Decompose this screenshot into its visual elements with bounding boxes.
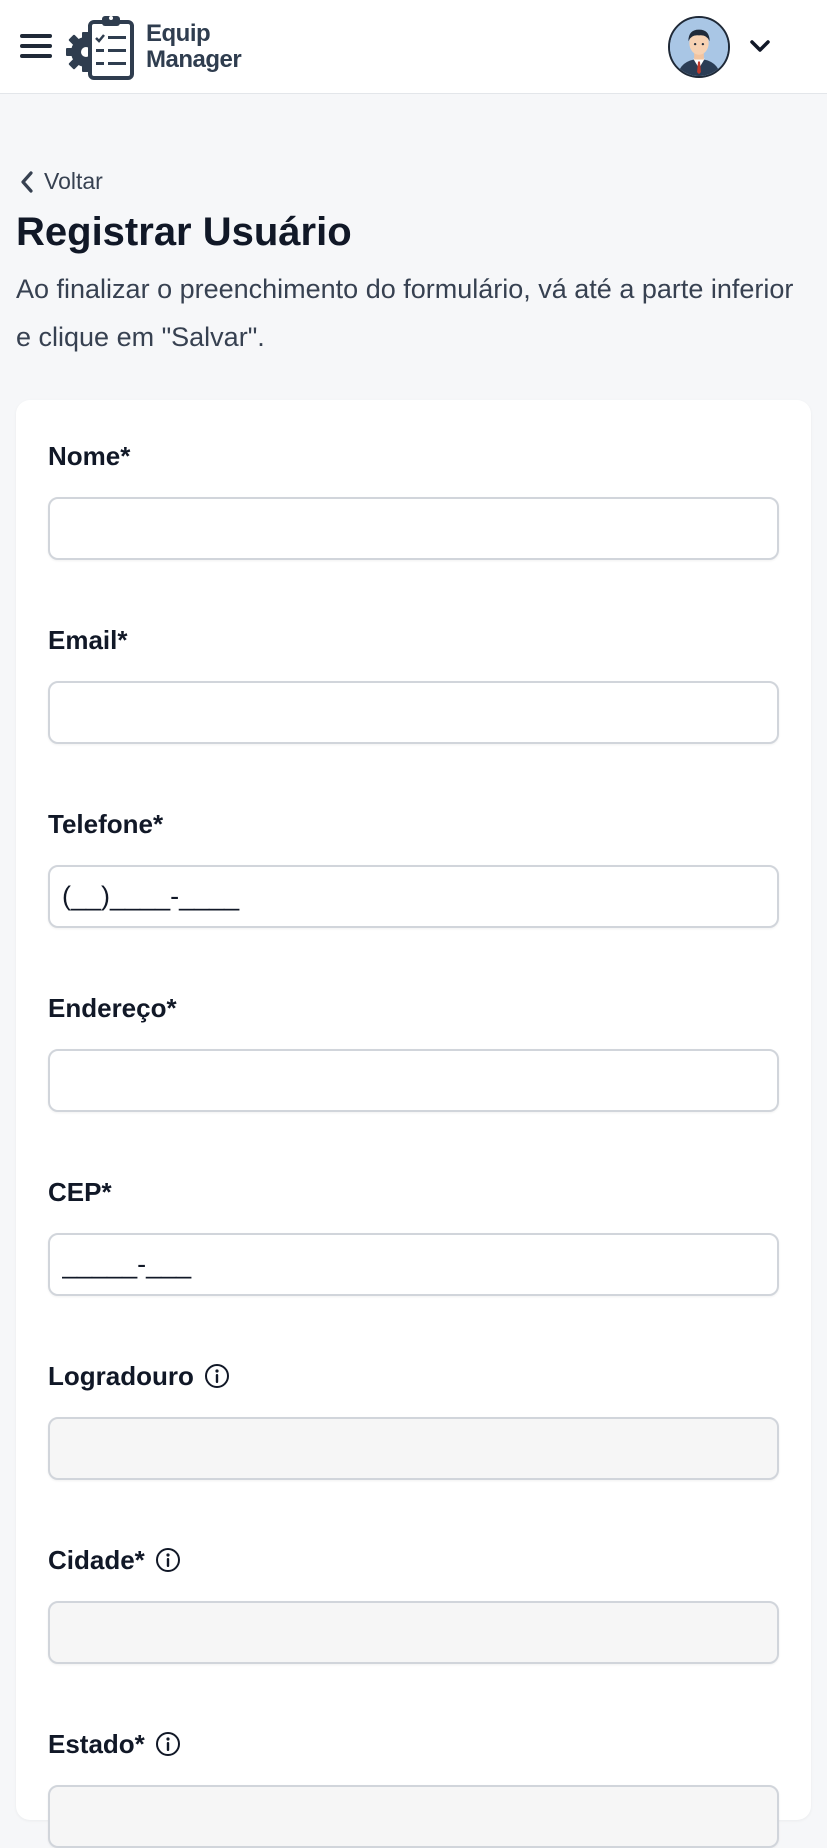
field-cep: CEP* xyxy=(48,1174,779,1296)
telefone-label: Telefone* xyxy=(48,808,164,839)
cep-label: CEP* xyxy=(48,1176,112,1207)
back-label: Voltar xyxy=(44,168,103,194)
field-cidade: Cidade* xyxy=(48,1542,779,1664)
field-estado: Estado* xyxy=(48,1726,779,1848)
info-icon[interactable] xyxy=(204,1363,230,1389)
estado-label-row: Estado* xyxy=(48,1726,779,1762)
field-endereco: Endereço* xyxy=(48,990,779,1112)
endereco-input[interactable] xyxy=(48,1049,779,1112)
top-bar: Equip Manager xyxy=(0,0,827,94)
page-title: Registrar Usuário xyxy=(16,210,352,254)
chevron-left-icon xyxy=(21,170,33,193)
field-email: Email* xyxy=(48,622,779,744)
user-avatar[interactable] xyxy=(668,16,730,78)
cidade-label-row: Cidade* xyxy=(48,1542,779,1578)
logradouro-label: Logradouro xyxy=(48,1360,194,1391)
logo-text: Equip Manager xyxy=(146,20,242,73)
app-logo[interactable]: Equip Manager xyxy=(64,12,242,82)
logradouro-input xyxy=(48,1417,779,1480)
clipboard-gear-logo-icon xyxy=(66,16,134,80)
back-link[interactable]: Voltar xyxy=(18,168,103,195)
person-avatar-icon xyxy=(670,18,728,76)
nome-input[interactable] xyxy=(48,497,779,560)
estado-input xyxy=(48,1785,779,1848)
email-label: Email* xyxy=(48,624,128,655)
field-nome: Nome* xyxy=(48,438,779,560)
form-card: Nome* Email* Telefone* Endereço* CEP* Lo… xyxy=(16,400,811,1848)
email-input[interactable] xyxy=(48,681,779,744)
logo-line-2: Manager xyxy=(146,46,242,73)
telefone-input[interactable] xyxy=(48,865,779,928)
endereco-label: Endereço* xyxy=(48,992,177,1023)
info-icon[interactable] xyxy=(155,1547,181,1573)
field-telefone: Telefone* xyxy=(48,806,779,928)
cidade-label: Cidade* xyxy=(48,1544,145,1575)
cidade-input xyxy=(48,1601,779,1664)
estado-label: Estado* xyxy=(48,1728,145,1759)
nome-label: Nome* xyxy=(48,440,131,471)
info-icon[interactable] xyxy=(155,1731,181,1757)
logo-line-1: Equip xyxy=(146,20,211,47)
logradouro-label-row: Logradouro xyxy=(48,1358,779,1394)
cep-input[interactable] xyxy=(48,1233,779,1296)
chevron-down-icon[interactable] xyxy=(746,34,774,58)
menu-icon[interactable] xyxy=(20,34,52,60)
page-subtitle: Ao finalizar o preenchimento do formulár… xyxy=(16,274,794,352)
field-logradouro: Logradouro xyxy=(48,1358,779,1480)
